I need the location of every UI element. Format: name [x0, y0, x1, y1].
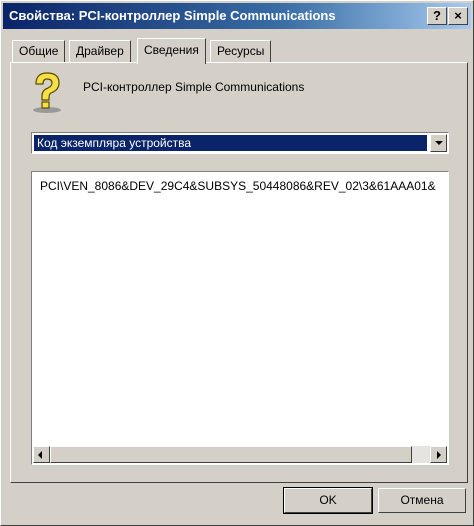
- tab-resources[interactable]: Ресурсы: [210, 40, 272, 62]
- arrow-left-icon: [38, 451, 42, 459]
- cancel-button[interactable]: Отмена: [378, 488, 466, 513]
- scroll-thumb[interactable]: [50, 446, 412, 463]
- ok-button[interactable]: OK: [283, 487, 373, 514]
- close-button[interactable]: ×: [448, 7, 468, 25]
- property-select[interactable]: Код экземпляра устройства: [31, 132, 449, 154]
- tab-general[interactable]: Общие: [12, 40, 66, 62]
- tab-details[interactable]: Сведения: [137, 38, 206, 64]
- device-name: PCI-контроллер Simple Communications: [83, 80, 305, 94]
- properties-dialog: Свойства: PCI-контроллер Simple Communic…: [0, 0, 474, 526]
- dropdown-button[interactable]: [430, 134, 447, 152]
- question-mark-device-icon: [33, 72, 61, 113]
- title-bar[interactable]: Свойства: PCI-контроллер Simple Communic…: [3, 3, 471, 29]
- window-title: Свойства: PCI-контроллер Simple Communic…: [9, 8, 336, 23]
- scroll-left-button[interactable]: [33, 446, 50, 463]
- list-item[interactable]: PCI\VEN_8086&DEV_29C4&SUBSYS_50448086&RE…: [40, 179, 436, 193]
- property-select-value: Код экземпляра устройства: [34, 135, 427, 151]
- chevron-down-icon: [435, 141, 443, 145]
- values-list[interactable]: PCI\VEN_8086&DEV_29C4&SUBSYS_50448086&RE…: [31, 171, 449, 465]
- close-icon: ×: [454, 8, 462, 23]
- tab-driver[interactable]: Драйвер: [69, 40, 131, 62]
- scroll-right-button[interactable]: [430, 446, 447, 463]
- arrow-right-icon: [437, 451, 441, 459]
- help-button[interactable]: ?: [427, 7, 447, 25]
- horizontal-scrollbar[interactable]: [33, 446, 447, 463]
